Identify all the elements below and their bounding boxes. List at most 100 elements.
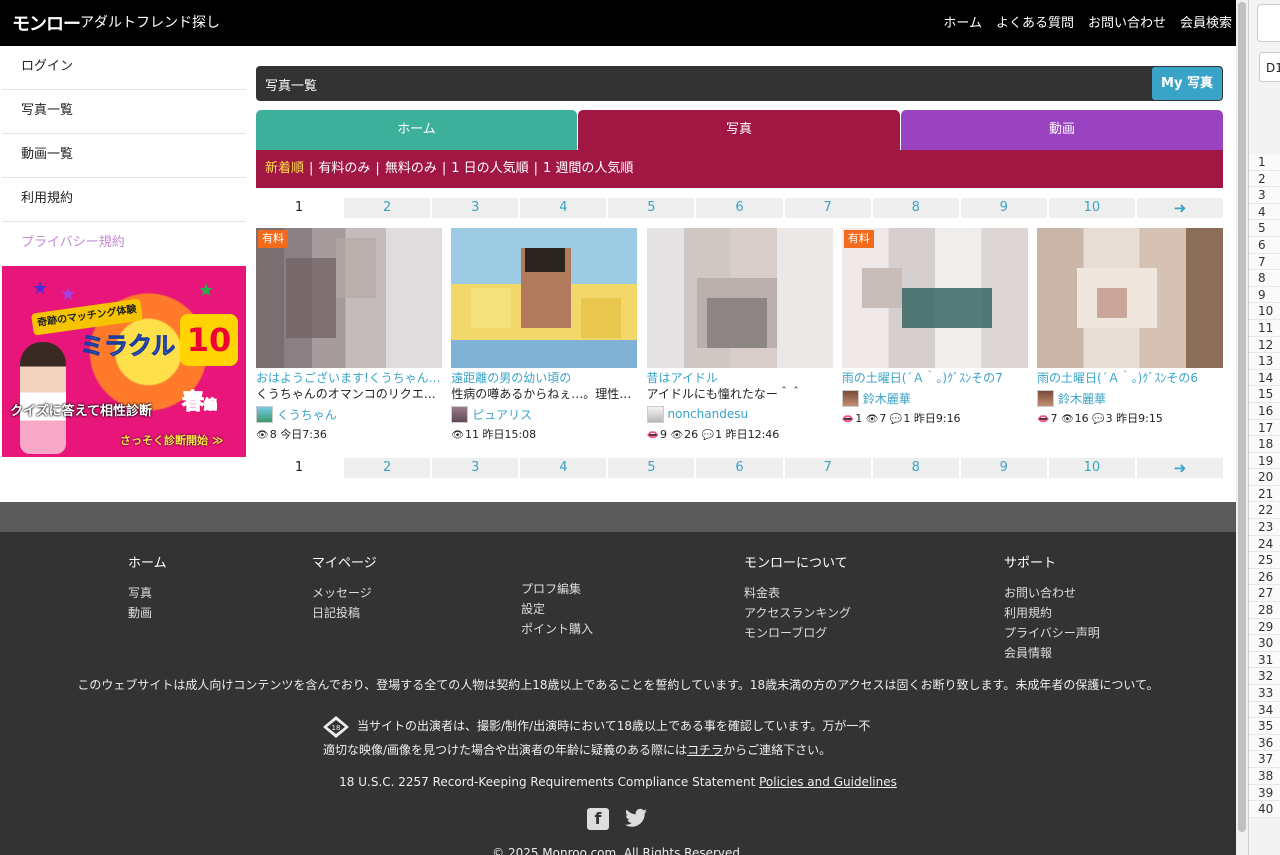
nav-contact[interactable]: お問い合わせ — [1088, 12, 1166, 31]
row-number[interactable]: 15 — [1249, 386, 1280, 403]
photo-user[interactable]: くうちゃん — [256, 404, 442, 424]
row-number[interactable]: 10 — [1249, 303, 1280, 320]
next-page-arrow-icon[interactable]: ➜ — [1136, 198, 1224, 218]
page-link[interactable]: 7 — [784, 458, 871, 478]
footer-link[interactable]: お問い合わせ — [1004, 583, 1100, 603]
photo-card[interactable]: 昔はアイドル アイドルにも憧れたなー＾＾ nonchandesu 👄9 👁26 … — [646, 228, 833, 444]
footer-link[interactable]: 料金表 — [744, 583, 851, 603]
sidebar-item-videos[interactable]: 動画一覧 — [2, 134, 246, 178]
page-link[interactable]: 6 — [696, 198, 783, 218]
photo-card[interactable]: 有料 おはようございます!くうちゃんの… くうちゃんのオマンコのリクエ… くうち… — [256, 228, 442, 444]
page-link[interactable]: 4 — [520, 458, 607, 478]
row-number[interactable]: 25 — [1249, 552, 1280, 569]
footer-link[interactable]: 日記投稿 — [312, 603, 377, 623]
row-number[interactable]: 38 — [1249, 768, 1280, 785]
photo-card[interactable]: 雨の土曜日(´Ａ｀。)ｸﾞｽﾝその6 鈴木麗華 👄7 👁16 💬3 昨日9:15 — [1037, 228, 1223, 444]
footer-link[interactable]: 会員情報 — [1004, 643, 1100, 663]
page-link[interactable]: 1 — [256, 458, 343, 478]
row-number[interactable]: 1 — [1249, 154, 1280, 171]
facebook-icon[interactable]: f — [587, 808, 609, 830]
photo-card[interactable]: 遠距離の男の幼い頃の 性病の噂あるからねぇ…。理性… ピュアリス 👁11 昨日1… — [451, 228, 638, 444]
row-number[interactable]: 7 — [1249, 254, 1280, 271]
row-number[interactable]: 2 — [1249, 171, 1280, 188]
row-number[interactable]: 23 — [1249, 519, 1280, 536]
user-name[interactable]: nonchandesu — [668, 407, 749, 421]
row-number[interactable]: 13 — [1249, 353, 1280, 370]
scrollbar-thumb[interactable] — [1238, 2, 1246, 832]
page-link[interactable]: 3 — [432, 198, 519, 218]
row-number[interactable]: 9 — [1249, 287, 1280, 304]
photo-thumbnail[interactable] — [646, 228, 833, 368]
row-number[interactable]: 20 — [1249, 469, 1280, 486]
contact-here-link[interactable]: コチラ — [687, 743, 723, 757]
row-number[interactable]: 6 — [1249, 237, 1280, 254]
user-name[interactable]: くうちゃん — [277, 406, 337, 423]
footer-link[interactable]: プライバシー声明 — [1004, 623, 1100, 643]
row-number[interactable]: 29 — [1249, 619, 1280, 636]
cell-reference-box[interactable]: D1 — [1259, 52, 1280, 82]
user-name[interactable]: ピュアリス — [472, 406, 532, 423]
twitter-icon[interactable] — [625, 808, 647, 830]
photo-user[interactable]: 鈴木麗華 — [841, 388, 1028, 408]
filter-free-only[interactable]: 無料のみ — [385, 161, 437, 176]
photo-user[interactable]: ピュアリス — [451, 404, 637, 424]
photo-user[interactable]: 鈴木麗華 — [1037, 388, 1223, 408]
row-number[interactable]: 26 — [1249, 569, 1280, 586]
row-number[interactable]: 4 — [1249, 204, 1280, 221]
row-number[interactable]: 36 — [1249, 735, 1280, 752]
photo-thumbnail[interactable] — [451, 228, 638, 368]
row-number[interactable]: 33 — [1249, 685, 1280, 702]
page-link[interactable]: 2 — [344, 458, 431, 478]
row-number[interactable]: 24 — [1249, 536, 1280, 553]
nav-home[interactable]: ホーム — [943, 12, 982, 31]
sidebar-item-privacy[interactable]: プライバシー規約 — [2, 222, 246, 266]
photo-title[interactable]: 雨の土曜日(´Ａ｀。)ｸﾞｽﾝその7 — [842, 370, 1028, 386]
policies-guidelines-link[interactable]: Policies and Guidelines — [759, 775, 897, 789]
user-name[interactable]: 鈴木麗華 — [863, 390, 911, 407]
row-number[interactable]: 27 — [1249, 585, 1280, 603]
row-number[interactable]: 17 — [1249, 420, 1280, 437]
row-number[interactable]: 32 — [1249, 668, 1280, 685]
row-number[interactable]: 35 — [1249, 718, 1280, 735]
sidebar-item-terms[interactable]: 利用規約 — [2, 178, 246, 222]
next-page-arrow-icon[interactable]: ➜ — [1136, 458, 1224, 478]
miracle10-banner[interactable]: ★ ★ ★ 奇跡のマッチング体験 ミラクル 10 春編 クイズに答えて相性診断 … — [2, 266, 246, 457]
page-link[interactable]: 1 — [256, 198, 343, 218]
row-number[interactable]: 34 — [1249, 702, 1280, 719]
nav-member-search[interactable]: 会員検索 — [1180, 12, 1232, 31]
photo-thumbnail[interactable] — [1037, 228, 1223, 368]
photo-user[interactable]: nonchandesu — [646, 404, 833, 424]
sidebar-item-login[interactable]: ログイン — [2, 46, 246, 90]
page-link[interactable]: 8 — [872, 198, 959, 218]
filter-weekly-popular[interactable]: 1 週間の人気順 — [543, 161, 633, 176]
photo-title[interactable]: 遠距離の男の幼い頃の — [451, 370, 637, 386]
page-link[interactable]: 5 — [608, 198, 695, 218]
site-logo[interactable]: モンロー — [12, 10, 81, 36]
page-link[interactable]: 9 — [960, 198, 1047, 218]
row-number[interactable]: 16 — [1249, 403, 1280, 420]
pane-control[interactable] — [1257, 4, 1280, 42]
photo-card[interactable]: 有料 雨の土曜日(´Ａ｀。)ｸﾞｽﾝその7 鈴木麗華 👄1 👁7 💬1 昨日9:… — [841, 228, 1028, 444]
footer-link[interactable]: プロフ編集 — [521, 579, 593, 599]
filter-paid-only[interactable]: 有料のみ — [318, 161, 370, 176]
row-number[interactable]: 18 — [1249, 436, 1280, 453]
row-number[interactable]: 8 — [1249, 270, 1280, 287]
row-number[interactable]: 37 — [1249, 751, 1280, 768]
page-link[interactable]: 8 — [872, 458, 959, 478]
page-link[interactable]: 7 — [784, 198, 871, 218]
row-number[interactable]: 40 — [1249, 801, 1280, 818]
row-number[interactable]: 30 — [1249, 635, 1280, 652]
page-link[interactable]: 10 — [1048, 458, 1135, 478]
photo-thumbnail[interactable]: 有料 — [256, 228, 442, 368]
photo-title[interactable]: おはようございます!くうちゃんの… — [256, 370, 442, 386]
row-number[interactable]: 14 — [1249, 370, 1280, 387]
page-link[interactable]: 2 — [344, 198, 431, 218]
footer-link[interactable]: モンローブログ — [744, 623, 851, 643]
row-number[interactable]: 5 — [1249, 220, 1280, 237]
row-number[interactable]: 28 — [1249, 602, 1280, 619]
filter-daily-popular[interactable]: 1 日の人気順 — [451, 161, 528, 176]
footer-link[interactable]: メッセージ — [312, 583, 377, 603]
page-link[interactable]: 9 — [960, 458, 1047, 478]
photo-title[interactable]: 昔はアイドル — [647, 370, 833, 386]
row-number[interactable]: 11 — [1249, 320, 1280, 337]
